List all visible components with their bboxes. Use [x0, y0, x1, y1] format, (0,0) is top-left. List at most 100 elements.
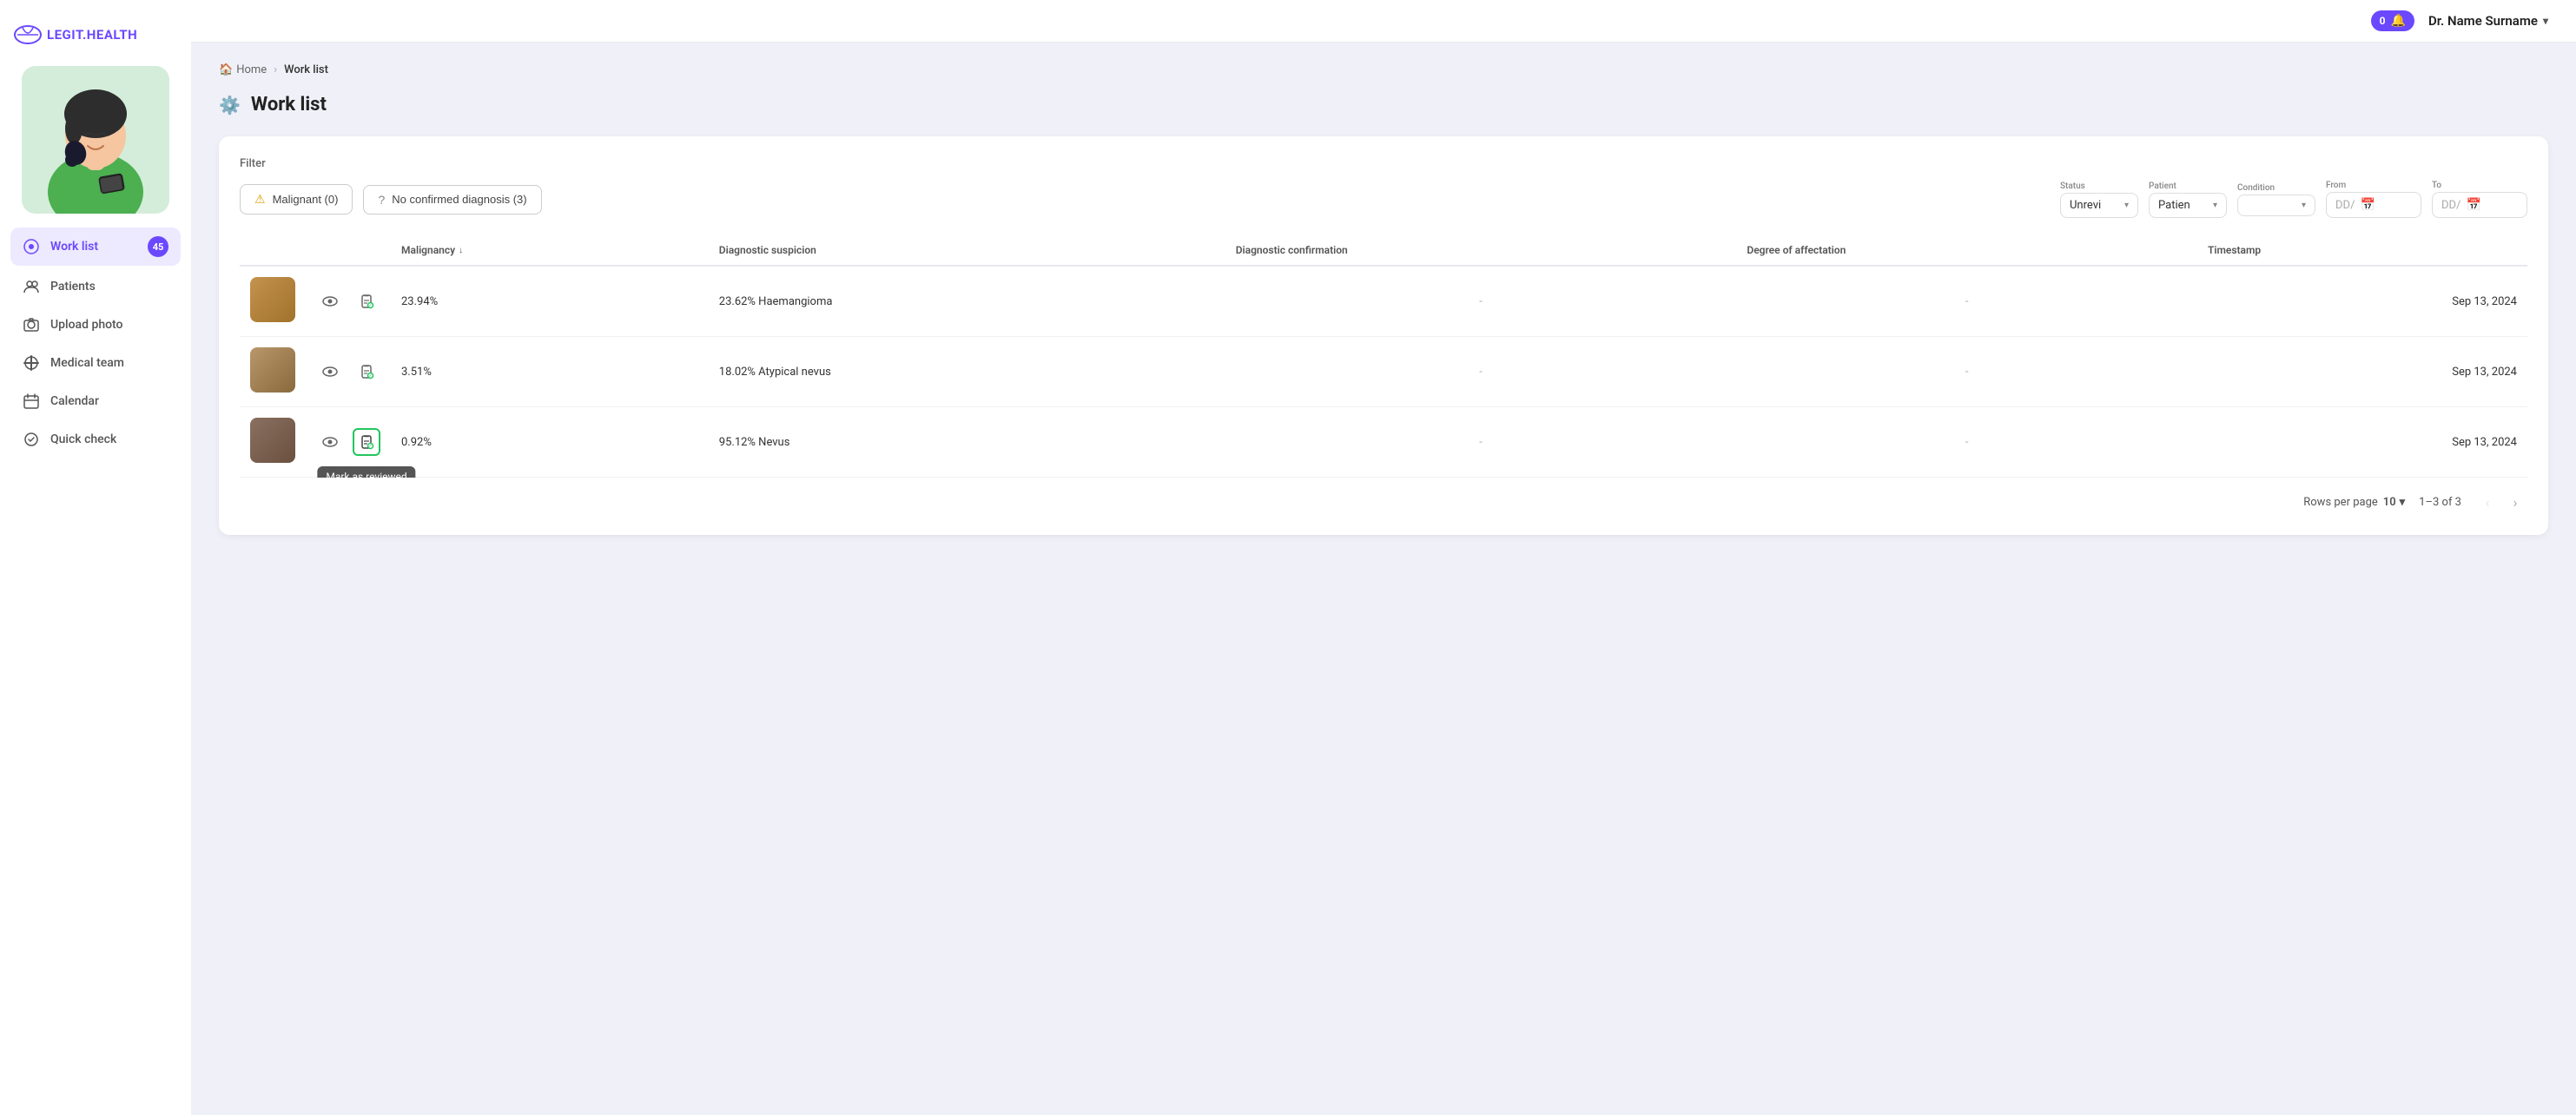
to-date-label: To [2432, 181, 2527, 190]
thumbnail-image [250, 418, 295, 463]
sidebar-nav: Work list 45 Patients [0, 228, 191, 457]
mark-reviewed-icon[interactable]: ✓ [353, 358, 380, 386]
degree-of-affectation-cell: - [1736, 337, 2197, 407]
page-settings-icon: ⚙️ [219, 95, 241, 115]
breadcrumb: 🏠 Home › Work list [219, 63, 2548, 76]
table-footer: Rows per page 10 ▾ 1–3 of 3 ‹ › [240, 478, 2527, 514]
status-filter-value: Unrevi [2070, 199, 2101, 212]
user-menu[interactable]: Dr. Name Surname ▾ [2428, 13, 2548, 29]
malignant-filter-button[interactable]: ⚠ Malignant (0) [240, 184, 353, 214]
pagination-info: 1–3 of 3 [2419, 496, 2461, 509]
sidebar-item-calendar-label: Calendar [50, 394, 99, 408]
malignancy-cell: 0.92% [391, 407, 709, 478]
to-date-placeholder: DD/ [2441, 199, 2460, 212]
patient-filter-select[interactable]: Patien ▾ [2149, 193, 2227, 218]
from-date-wrap: From DD/ 📅 [2326, 181, 2421, 218]
worklist-table-wrap: Malignancy ↓ Diagnostic suspicion Diagno… [240, 235, 2527, 478]
work-list-icon [23, 238, 40, 255]
patient-filter-value: Patien [2158, 199, 2190, 212]
col-actions [306, 235, 391, 266]
main-area: 0 🔔 Dr. Name Surname ▾ 🏠 Home › Work lis… [191, 0, 2576, 1115]
malignancy-cell: 23.94% [391, 266, 709, 337]
diagnostic-suspicion-cell: 95.12% Nevus [709, 407, 1225, 478]
degree-of-affectation-cell: - [1736, 407, 2197, 478]
breadcrumb-current: Work list [284, 63, 328, 76]
status-filter-label: Status [2060, 181, 2138, 191]
diagnostic-confirmation-cell: - [1225, 407, 1737, 478]
filter-label: Filter [240, 157, 2527, 170]
timestamp-cell: Sep 13, 2024 [2197, 337, 2527, 407]
view-icon[interactable] [316, 287, 344, 315]
patient-chevron-icon: ▾ [2213, 201, 2217, 210]
diagnostic-confirmation-cell: - [1225, 337, 1737, 407]
sidebar-item-upload-photo[interactable]: Upload photo [10, 307, 181, 342]
view-icon[interactable] [316, 428, 344, 456]
quick-check-icon [23, 431, 40, 448]
condition-chevron-icon: ▾ [2302, 201, 2306, 210]
col-degree-of-affectation: Degree of affectation [1736, 235, 2197, 266]
table-row: ✓Mark as reviewed0.92%95.12% Nevus--Sep … [240, 407, 2527, 478]
notification-button[interactable]: 0 🔔 [2371, 10, 2414, 31]
prev-page-button[interactable]: ‹ [2475, 490, 2500, 514]
rows-per-page-chevron-icon: ▾ [2400, 496, 2406, 509]
logo[interactable]: LEGIT.HEALTH [0, 14, 151, 56]
timestamp-cell: Sep 13, 2024 [2197, 407, 2527, 478]
patient-filter-label: Patient [2149, 181, 2227, 191]
notification-count: 0 [2380, 15, 2386, 27]
warning-icon: ⚠ [254, 192, 266, 207]
to-date-input[interactable]: DD/ 📅 [2432, 192, 2527, 218]
rows-per-page-select[interactable]: 10 ▾ [2383, 496, 2405, 509]
degree-of-affectation-cell: - [1736, 266, 2197, 337]
row-actions-cell: ✓ [306, 337, 391, 407]
row-actions-cell: ✓ [306, 266, 391, 337]
next-page-button[interactable]: › [2503, 490, 2527, 514]
condition-filter-wrap: Condition ▾ [2237, 183, 2315, 216]
filter-select-group: Status Unrevi ▾ Patient Patien ▾ [2060, 181, 2527, 218]
sidebar-item-calendar[interactable]: Calendar [10, 384, 181, 419]
from-date-label: From [2326, 181, 2421, 190]
table-row: ✓23.94%23.62% Haemangioma--Sep 13, 2024 [240, 266, 2527, 337]
sidebar-item-work-list[interactable]: Work list 45 [10, 228, 181, 266]
status-chevron-icon: ▾ [2124, 201, 2129, 210]
thumbnail-image [250, 347, 295, 393]
row-thumbnail [240, 407, 306, 478]
view-icon[interactable] [316, 358, 344, 386]
svg-text:✓: ✓ [368, 303, 372, 308]
home-icon: 🏠 [219, 63, 233, 76]
col-malignancy[interactable]: Malignancy ↓ [391, 235, 709, 266]
no-diagnosis-filter-button[interactable]: ? No confirmed diagnosis (3) [363, 185, 541, 214]
logo-icon [14, 21, 42, 49]
col-diagnostic-confirmation: Diagnostic confirmation [1225, 235, 1737, 266]
breadcrumb-separator: › [274, 63, 277, 76]
work-list-badge: 45 [148, 236, 168, 257]
sidebar-item-quick-check[interactable]: Quick check [10, 422, 181, 457]
sidebar-item-work-list-label: Work list [50, 240, 98, 254]
condition-filter-label: Condition [2237, 183, 2315, 193]
condition-filter-select[interactable]: ▾ [2237, 195, 2315, 216]
sidebar: LEGIT.HEALTH [0, 0, 191, 1115]
content-area: 🏠 Home › Work list ⚙️ Work list Filter ⚠… [191, 43, 2576, 1115]
patient-filter-wrap: Patient Patien ▾ [2149, 181, 2227, 218]
breadcrumb-home[interactable]: 🏠 Home [219, 63, 267, 76]
logo-text: LEGIT.HEALTH [47, 27, 137, 43]
from-date-input[interactable]: DD/ 📅 [2326, 192, 2421, 218]
from-calendar-icon: 📅 [2360, 198, 2375, 212]
sidebar-item-medical-team[interactable]: Medical team [10, 346, 181, 380]
mark-reviewed-icon[interactable]: ✓ [353, 287, 380, 315]
timestamp-cell: Sep 13, 2024 [2197, 266, 2527, 337]
svg-text:✓: ✓ [368, 444, 372, 449]
question-icon: ? [378, 193, 385, 207]
sidebar-item-medical-team-label: Medical team [50, 356, 124, 370]
no-diagnosis-filter-label: No confirmed diagnosis (3) [392, 193, 526, 206]
row-thumbnail [240, 337, 306, 407]
mark-reviewed-icon[interactable]: ✓ [353, 428, 380, 456]
tooltip-wrap: ✓Mark as reviewed [353, 428, 380, 456]
page-header: ⚙️ Work list [219, 94, 2548, 115]
rows-per-page-label: Rows per page [2303, 496, 2378, 509]
sidebar-item-patients[interactable]: Patients [10, 269, 181, 304]
patients-icon [23, 278, 40, 295]
status-filter-select[interactable]: Unrevi ▾ [2060, 193, 2138, 218]
diagnostic-confirmation-cell: - [1225, 266, 1737, 337]
row-thumbnail [240, 266, 306, 337]
sidebar-item-quick-check-label: Quick check [50, 432, 116, 446]
